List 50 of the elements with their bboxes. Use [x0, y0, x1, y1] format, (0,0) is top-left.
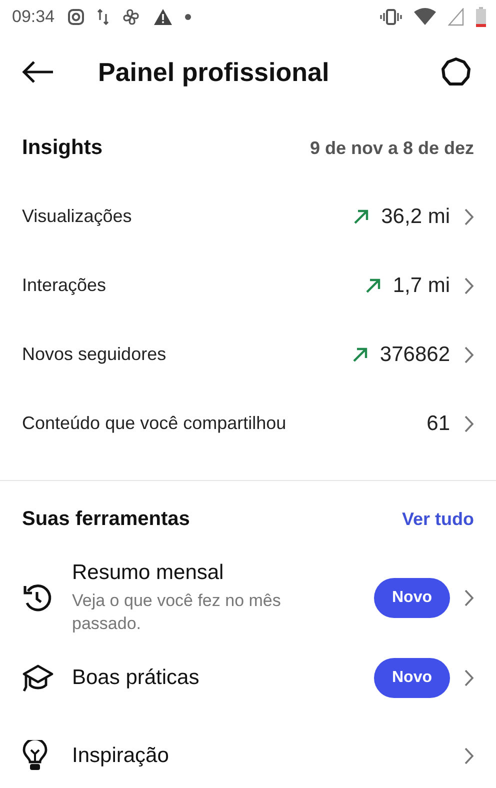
cell-signal-icon [448, 8, 464, 26]
vibrate-icon [380, 8, 402, 26]
history-clock-icon [22, 583, 52, 613]
lightbulb-icon [22, 740, 48, 772]
tool-title: Inspiração [72, 744, 170, 768]
battery-icon [476, 7, 486, 27]
metric-label: Conteúdo que você compartilhou [22, 413, 288, 434]
metric-value: 61 [426, 412, 450, 436]
chevron-right-icon [464, 747, 474, 765]
metric-value: 376862 [380, 342, 450, 366]
back-button[interactable] [22, 61, 54, 83]
settings-icon [440, 56, 472, 88]
warning-icon [152, 8, 173, 26]
settings-button[interactable] [440, 56, 472, 88]
see-all-link[interactable]: Ver tudo [402, 508, 474, 530]
chevron-right-icon [464, 346, 474, 364]
metric-value: 36,2 mi [381, 204, 450, 228]
tool-title: Resumo mensal [72, 561, 225, 585]
wifi-icon [414, 8, 436, 26]
new-badge: Novo [374, 658, 450, 698]
section-title: Suas ferramentas [22, 508, 190, 530]
clock: 09:34 [12, 7, 55, 27]
metric-label: Novos seguidores [22, 344, 168, 365]
metric-label: Visualizações [22, 206, 133, 227]
insight-row[interactable]: Visualizações 36,2 mi [22, 182, 474, 251]
camera-app-icon [66, 8, 85, 26]
insight-row[interactable]: Interações 1,7 mi [22, 251, 474, 320]
metric-value: 1,7 mi [392, 274, 450, 298]
insight-row[interactable]: Conteúdo que você compartilhou 61 [22, 389, 474, 458]
chevron-right-icon [464, 669, 474, 687]
insight-row[interactable]: Novos seguidores 376862 [22, 320, 474, 389]
page-title: Painel profissional [98, 56, 330, 88]
tool-description: Veja o que você fez no mês passado. [72, 590, 282, 635]
chevron-right-icon [464, 276, 474, 294]
tool-item[interactable]: Inspiração [22, 717, 474, 788]
graduation-cap-icon [22, 663, 54, 693]
new-badge: Novo [374, 578, 450, 618]
data-transfer-icon [96, 8, 109, 26]
chevron-right-icon [464, 208, 474, 226]
back-arrow-icon [22, 61, 54, 83]
metric-label: Interações [22, 275, 108, 296]
fan-icon [120, 7, 141, 27]
chevron-right-icon [464, 589, 474, 607]
date-range: 9 de nov a 8 de dez [310, 138, 474, 158]
tool-title: Boas práticas [72, 666, 200, 690]
tool-item[interactable]: Boas práticas Novo [22, 639, 474, 717]
section-title: Insights [22, 136, 103, 160]
tool-item[interactable]: Resumo mensal Veja o que você fez no mês passado. Novo [22, 557, 474, 639]
chevron-right-icon [464, 414, 474, 432]
notification-dot-icon [184, 14, 191, 20]
